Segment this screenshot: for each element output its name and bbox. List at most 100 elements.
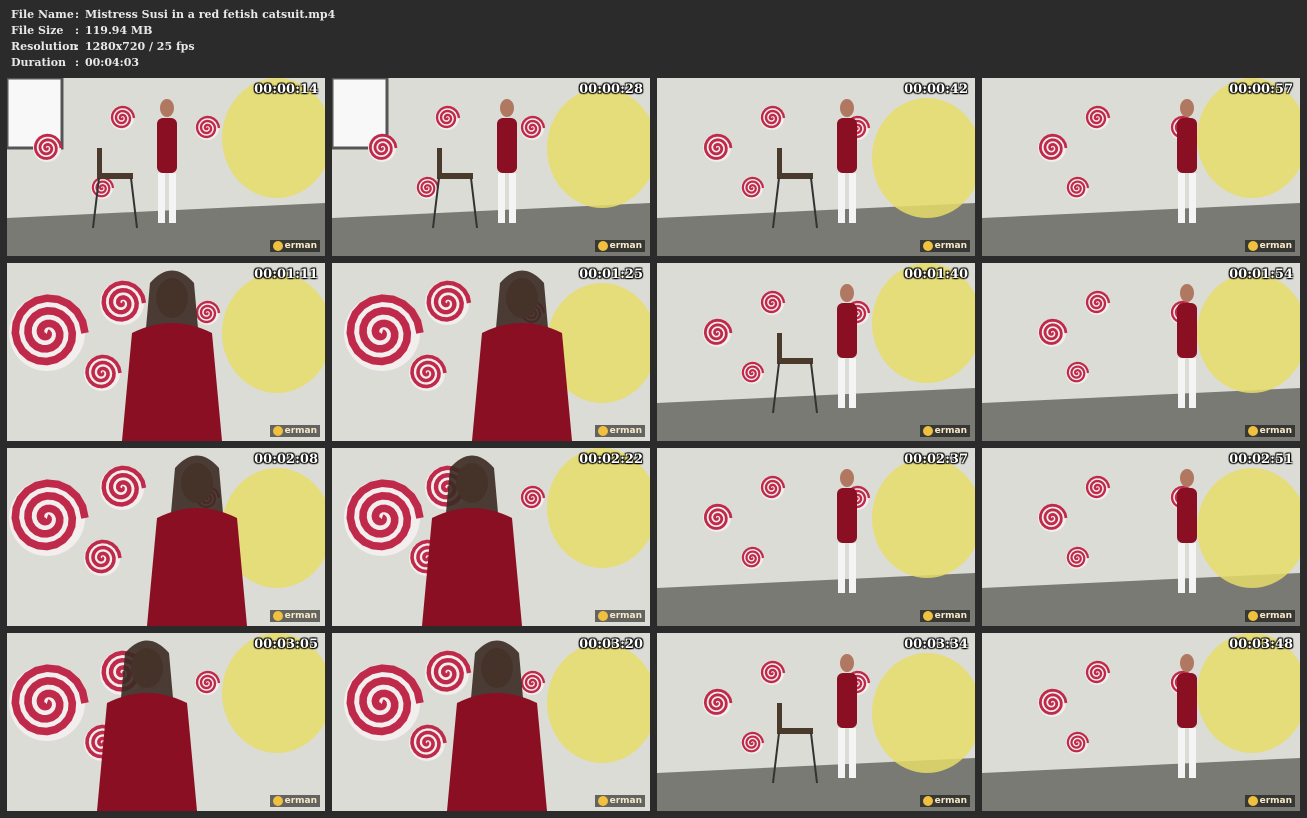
logo-text: erman bbox=[1259, 241, 1292, 251]
spiral-mural bbox=[1066, 176, 1090, 199]
spiral-mural bbox=[33, 133, 63, 162]
logo-icon bbox=[1247, 426, 1258, 436]
spiral-mural bbox=[100, 280, 147, 325]
video-thumbnail[interactable]: 00:01:40 erman bbox=[657, 263, 975, 441]
logo-text: erman bbox=[284, 241, 317, 251]
watermark-logo: erman bbox=[919, 610, 970, 622]
logo-text: erman bbox=[934, 426, 967, 436]
video-thumbnail[interactable]: 00:02:08 erman bbox=[7, 448, 325, 626]
video-thumbnail[interactable]: 00:00:42 erman bbox=[657, 78, 975, 256]
spiral-mural bbox=[344, 664, 424, 741]
spiral-mural bbox=[1066, 361, 1090, 384]
watermark-logo: erman bbox=[1244, 610, 1295, 622]
watermark-logo: erman bbox=[919, 795, 970, 807]
video-thumbnail[interactable]: 00:00:57 erman bbox=[982, 78, 1300, 256]
thumbnail-frame bbox=[982, 78, 1300, 256]
info-key: File Size bbox=[11, 24, 64, 37]
info-value: 1280x720 / 25 fps bbox=[85, 40, 195, 53]
watermark-logo: erman bbox=[594, 240, 645, 252]
spiral-mural bbox=[344, 294, 424, 371]
timestamp-label: 00:02:51 bbox=[1229, 452, 1293, 467]
logo-icon bbox=[597, 241, 608, 251]
watermark-logo: erman bbox=[269, 240, 320, 252]
video-thumbnail[interactable]: 00:02:22 erman bbox=[332, 448, 650, 626]
spiral-mural bbox=[9, 664, 89, 741]
watermark-logo: erman bbox=[1244, 425, 1295, 437]
video-thumbnail[interactable]: 00:02:51 erman bbox=[982, 448, 1300, 626]
logo-icon bbox=[597, 796, 608, 806]
thumbnail-frame bbox=[332, 633, 650, 811]
spiral-mural bbox=[84, 539, 122, 576]
info-value: Mistress Susi in a red fetish catsuit.mp… bbox=[85, 8, 336, 21]
spiral-mural bbox=[195, 670, 221, 695]
thumbnail-frame bbox=[332, 448, 650, 626]
logo-text: erman bbox=[934, 611, 967, 621]
thumbnail-frame bbox=[7, 448, 325, 626]
spiral-mural bbox=[703, 318, 733, 347]
thumbnail-frame bbox=[657, 78, 975, 256]
spiral-mural bbox=[9, 479, 89, 556]
thumbnail-frame bbox=[982, 633, 1300, 811]
spiral-mural bbox=[760, 475, 786, 500]
info-separator: : bbox=[75, 40, 80, 53]
video-thumbnail[interactable]: 00:03:48 erman bbox=[982, 633, 1300, 811]
video-thumbnail[interactable]: 00:00:14 erman bbox=[7, 78, 325, 256]
logo-icon bbox=[597, 426, 608, 436]
spiral-mural bbox=[416, 176, 440, 199]
timestamp-label: 00:01:25 bbox=[579, 267, 643, 282]
watermark-logo: erman bbox=[269, 795, 320, 807]
watermark-logo: erman bbox=[919, 425, 970, 437]
logo-text: erman bbox=[1259, 611, 1292, 621]
spiral-mural bbox=[741, 546, 765, 569]
spiral-mural bbox=[195, 115, 221, 140]
file-info-panel: File Name : Mistress Susi in a red fetis… bbox=[11, 7, 335, 71]
spiral-mural bbox=[344, 479, 424, 556]
video-thumbnail[interactable]: 00:01:54 erman bbox=[982, 263, 1300, 441]
logo-icon bbox=[1247, 241, 1258, 251]
thumbnail-frame bbox=[7, 633, 325, 811]
video-thumbnail[interactable]: 00:03:34 erman bbox=[657, 633, 975, 811]
thumbnail-frame bbox=[657, 263, 975, 441]
spiral-mural bbox=[425, 650, 472, 695]
video-thumbnail[interactable]: 00:00:28 erman bbox=[332, 78, 650, 256]
video-thumbnail[interactable]: 00:01:25 erman bbox=[332, 263, 650, 441]
spiral-mural bbox=[520, 115, 546, 140]
logo-icon bbox=[922, 611, 933, 621]
logo-text: erman bbox=[284, 796, 317, 806]
spiral-mural bbox=[1085, 475, 1111, 500]
video-thumbnail[interactable]: 00:03:05 erman bbox=[7, 633, 325, 811]
timestamp-label: 00:03:48 bbox=[1229, 637, 1293, 652]
spiral-mural bbox=[368, 133, 398, 162]
watermark-logo: erman bbox=[1244, 795, 1295, 807]
spiral-mural bbox=[100, 465, 147, 510]
info-row-file-size: File Size : 119.94 MB bbox=[11, 23, 335, 39]
video-thumbnail[interactable]: 00:01:11 erman bbox=[7, 263, 325, 441]
logo-icon bbox=[272, 796, 283, 806]
spiral-mural bbox=[195, 300, 221, 325]
info-separator: : bbox=[75, 8, 80, 21]
info-separator: : bbox=[75, 56, 80, 69]
timestamp-label: 00:02:08 bbox=[254, 452, 318, 467]
watermark-logo: erman bbox=[269, 610, 320, 622]
logo-text: erman bbox=[609, 796, 642, 806]
spiral-mural bbox=[1038, 503, 1068, 532]
logo-icon bbox=[272, 611, 283, 621]
spiral-mural bbox=[1085, 290, 1111, 315]
spiral-mural bbox=[1038, 688, 1068, 717]
logo-text: erman bbox=[934, 796, 967, 806]
logo-text: erman bbox=[934, 241, 967, 251]
video-thumbnail[interactable]: 00:02:37 erman bbox=[657, 448, 975, 626]
logo-icon bbox=[922, 241, 933, 251]
spiral-mural bbox=[760, 660, 786, 685]
info-row-file-name: File Name : Mistress Susi in a red fetis… bbox=[11, 7, 335, 23]
logo-text: erman bbox=[609, 426, 642, 436]
video-thumbnail[interactable]: 00:03:20 erman bbox=[332, 633, 650, 811]
thumbnail-frame bbox=[657, 633, 975, 811]
spiral-mural bbox=[741, 176, 765, 199]
logo-text: erman bbox=[284, 611, 317, 621]
spiral-mural bbox=[760, 105, 786, 130]
timestamp-label: 00:03:05 bbox=[254, 637, 318, 652]
timestamp-label: 00:03:34 bbox=[904, 637, 968, 652]
timestamp-label: 00:00:57 bbox=[1229, 82, 1293, 97]
spiral-mural bbox=[703, 503, 733, 532]
